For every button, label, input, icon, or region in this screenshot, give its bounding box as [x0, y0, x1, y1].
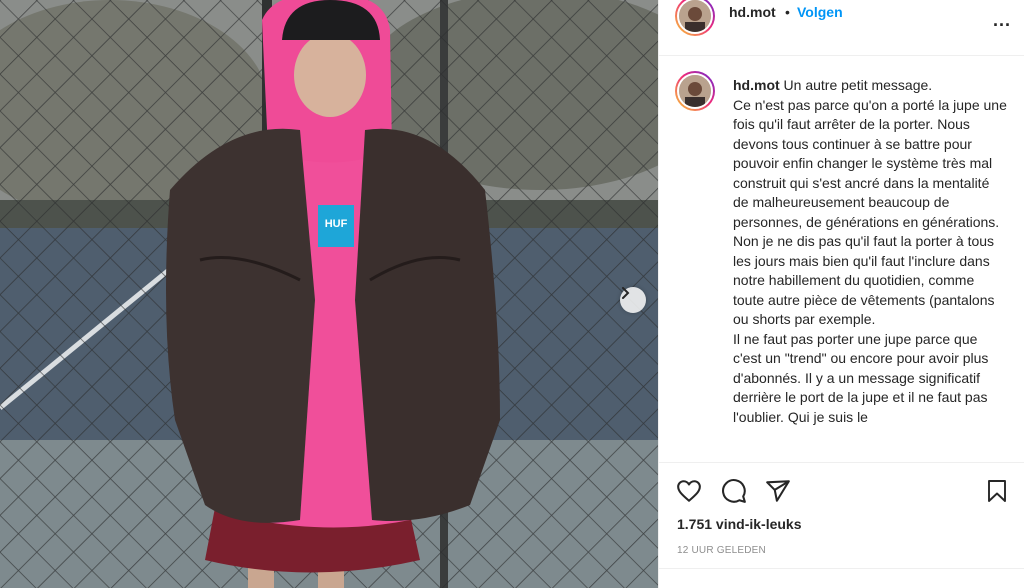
post-photo[interactable]: HUF [0, 0, 658, 588]
header-separator: • [785, 4, 790, 20]
divider [659, 568, 1024, 569]
bookmark-icon[interactable] [985, 478, 1009, 504]
post-timestamp[interactable]: 12 UUR GELEDEN [677, 545, 766, 556]
carousel-next-button[interactable] [620, 287, 646, 313]
post-header: hd.mot • Volgen ... [659, 0, 1024, 56]
divider [659, 462, 1024, 463]
share-icon[interactable] [765, 478, 791, 504]
header-username[interactable]: hd.mot [729, 4, 776, 20]
heart-icon[interactable] [675, 478, 703, 504]
more-options-icon[interactable]: ... [993, 10, 1011, 31]
avatar-image [677, 0, 713, 34]
caption: hd.mot Un autre petit message. Ce n'est … [733, 76, 1007, 427]
photo-illustration [0, 0, 658, 588]
caption-scroll-area[interactable]: hd.mot Un autre petit message. Ce n'est … [659, 57, 1024, 462]
comment-icon[interactable] [721, 478, 747, 504]
caption-body: Un autre petit message. Ce n'est pas par… [733, 77, 1007, 425]
caption-avatar-image [677, 73, 713, 109]
chevron-right-icon [622, 287, 630, 299]
post-side-panel: hd.mot • Volgen ... hd.mot Un autre peti… [658, 0, 1024, 588]
caption-username[interactable]: hd.mot [733, 77, 780, 93]
avatar[interactable] [675, 0, 715, 36]
hoodie-logo-text: HUF [324, 218, 348, 230]
action-bar [659, 470, 1024, 510]
likes-count[interactable]: 1.751 vind-ik-leuks [677, 516, 802, 532]
follow-button[interactable]: Volgen [797, 4, 843, 20]
caption-avatar[interactable] [675, 71, 715, 111]
